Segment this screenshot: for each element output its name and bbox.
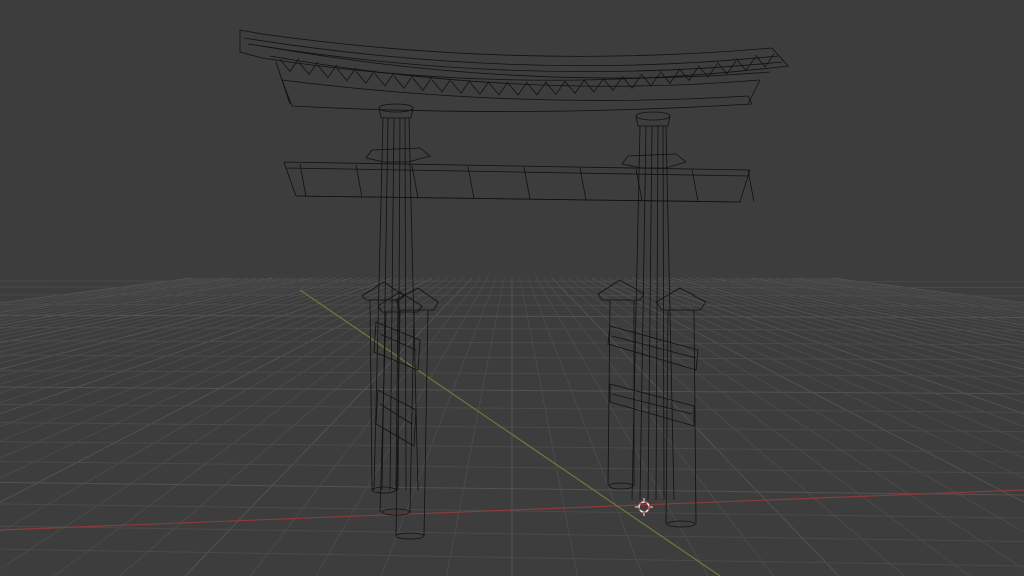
nuki-segment-edge [299,163,307,198]
top-beam-kasagi[interactable] [239,29,789,112]
grid-line-radial [647,277,1024,394]
grid-line-radial [0,277,353,370]
beam-truss-segment [754,53,775,68]
grid-line-radial [0,277,249,318]
nuki-segment-edge [691,169,699,202]
nuki-segment-edge [747,170,755,202]
grid-line-radial [671,277,1024,370]
beam-truss-segment [431,78,452,93]
left-support-posts[interactable] [361,281,439,540]
viewport-canvas[interactable] [0,0,1024,576]
grid-line-radial [743,277,1024,329]
grid-line-radial [0,277,281,329]
tie-beam-nuki[interactable] [283,161,755,203]
beam-truss-segment [355,70,376,84]
beam-truss-segment [450,79,471,94]
grid-line-radial [687,277,1024,358]
beam-truss-segment [564,80,585,95]
grid-line-horizontal [0,286,1024,289]
beam-truss-segment [412,76,433,91]
grid-line-radial [551,277,840,576]
beam-truss-segment [526,81,547,96]
beam-truss-segment [545,81,566,95]
floor-grid [0,277,1024,576]
beam-truss-segment [488,81,509,96]
nuki-segment-edge [355,164,363,198]
grid-line-radial [775,277,1024,318]
beam-truss-segment [393,74,414,89]
grid-line-radial [623,277,1024,427]
grid-line-radial [0,277,337,358]
3d-viewport[interactable] [0,0,1024,576]
grid-line-radial [567,277,971,576]
beam-truss-segment [469,80,490,95]
beam-truss-segment [583,78,604,93]
beam-truss-segment [374,72,395,87]
beam-truss-segment [640,72,661,87]
